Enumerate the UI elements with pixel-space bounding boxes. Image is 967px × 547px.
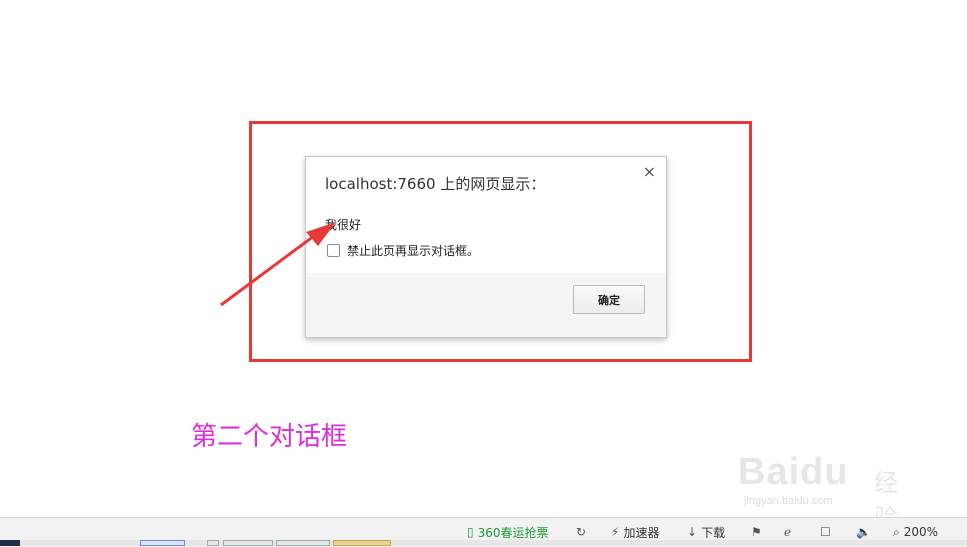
ie-icon: ℯ — [784, 525, 792, 539]
statusbar-zoom-label: 200% — [903, 525, 939, 539]
statusbar-download-item[interactable]: ↓ 下载 — [687, 523, 725, 541]
statusbar-zoom-item[interactable]: ⌕ 200% — [893, 523, 938, 541]
statusbar-volume-item[interactable]: 🔈 — [856, 523, 875, 541]
statusbar-download-label: 下载 — [701, 525, 726, 540]
taskbar-button-1[interactable] — [140, 540, 185, 546]
statusbar-ticket-label: 360春运抢票 — [477, 525, 549, 540]
dialog-footer: 确定 — [306, 273, 666, 337]
taskbar-button-5[interactable] — [333, 540, 391, 546]
flag-icon: ⚑ — [751, 525, 762, 539]
suppress-dialogs-checkbox[interactable] — [327, 244, 340, 257]
watermark-brand: Baidu — [738, 451, 849, 493]
taskbar-button-3[interactable] — [223, 540, 273, 546]
accelerator-icon: ⚡ — [611, 525, 620, 539]
window-icon: ☐ — [820, 525, 831, 539]
taskbar-button-4[interactable] — [276, 540, 330, 546]
watermark-url: jingyan.baidu.com — [744, 495, 833, 507]
alert-dialog: localhost:7660 上的网页显示： × 我很好 禁止此页再显示对话框。… — [305, 156, 667, 338]
phone-icon: ▯ — [467, 525, 474, 539]
statusbar-ie-item[interactable]: ℯ — [784, 523, 795, 541]
refresh-icon: ↻ — [576, 525, 587, 539]
dialog-message: 我很好 — [325, 218, 362, 232]
annotation-caption: 第二个对话框 — [191, 422, 348, 452]
download-icon: ↓ — [687, 525, 698, 539]
close-icon[interactable]: × — [643, 164, 656, 180]
dialog-title: localhost:7660 上的网页显示： — [325, 175, 546, 193]
statusbar-accelerator-label: 加速器 — [623, 525, 660, 540]
statusbar-refresh-item[interactable]: ↻ — [576, 523, 590, 541]
suppress-dialogs-row[interactable]: 禁止此页再显示对话框。 — [327, 242, 479, 259]
statusbar-accelerator-item[interactable]: ⚡ 加速器 — [611, 523, 659, 541]
speaker-icon: 🔈 — [856, 525, 871, 539]
taskbar-start-stub[interactable] — [0, 540, 20, 546]
baidu-watermark: Baidu 经验 jingyan.baidu.com — [738, 443, 918, 532]
statusbar-ticket-item[interactable]: ▯ 360春运抢票 — [467, 523, 549, 541]
statusbar-flag-item[interactable]: ⚑ — [751, 523, 766, 541]
zoom-icon: ⌕ — [893, 524, 900, 539]
statusbar-window-item[interactable]: ☐ — [820, 523, 835, 541]
suppress-dialogs-label[interactable]: 禁止此页再显示对话框。 — [347, 242, 479, 259]
taskbar-button-2[interactable] — [207, 540, 219, 546]
ok-button[interactable]: 确定 — [573, 285, 645, 314]
